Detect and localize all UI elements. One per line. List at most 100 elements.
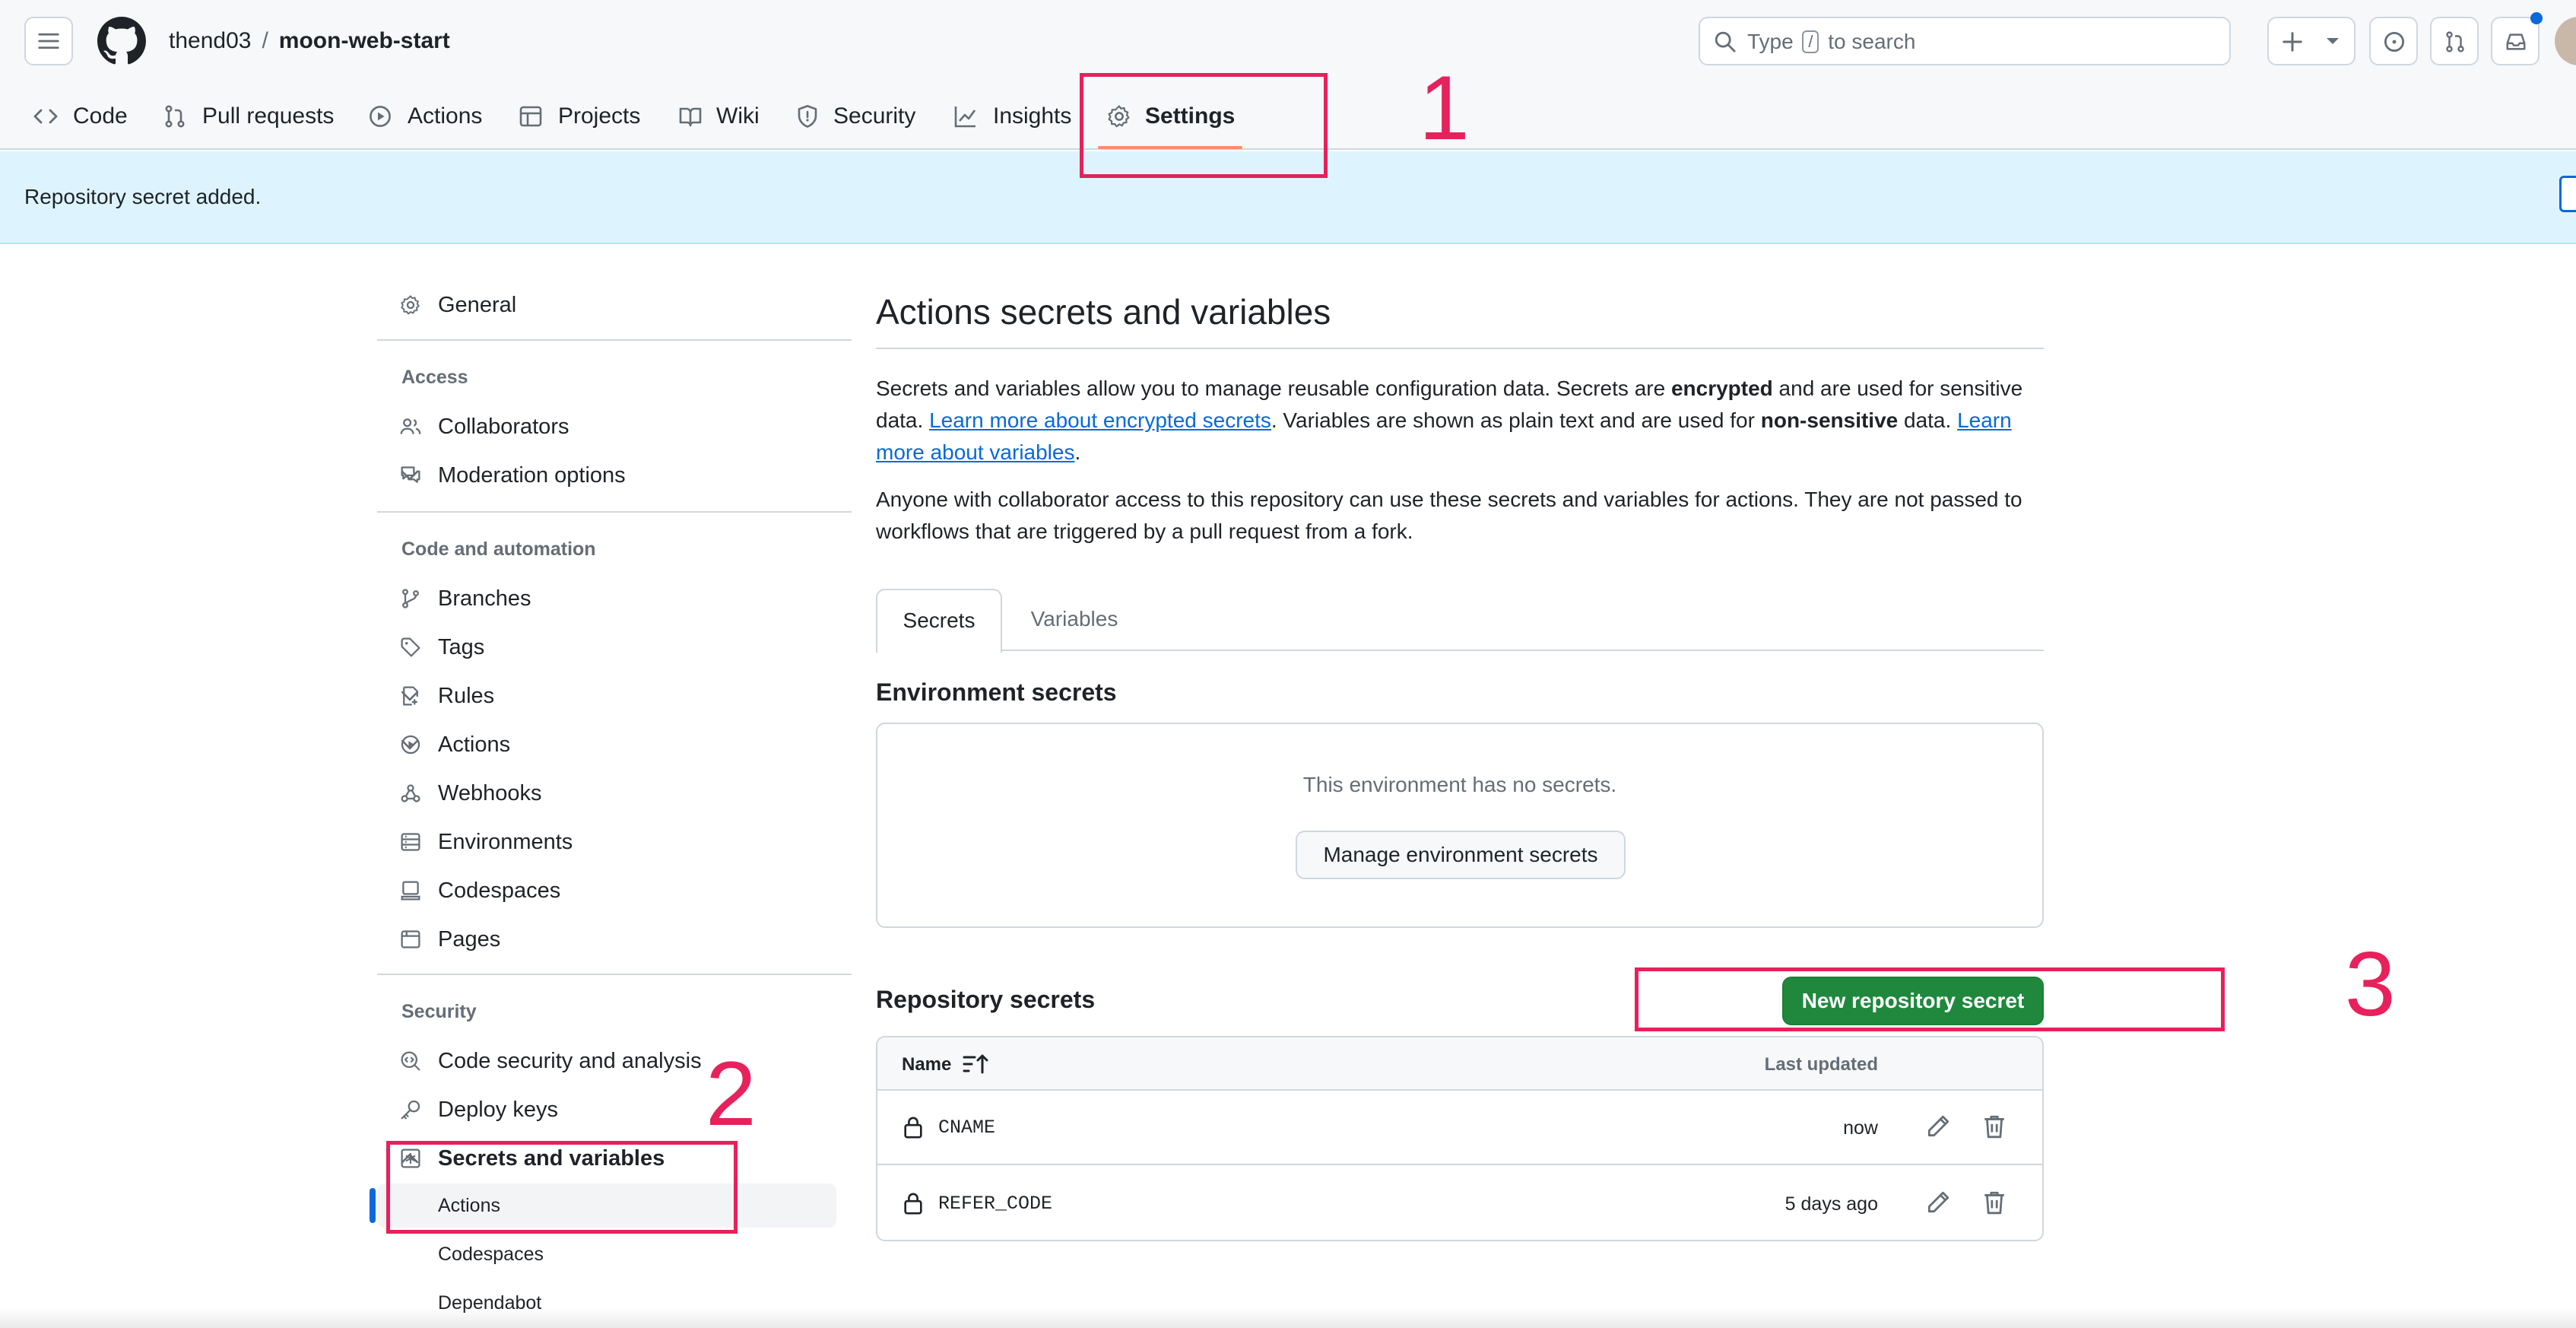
- code-icon: [33, 109, 58, 124]
- table-header: Name Last updated: [877, 1037, 2042, 1091]
- page-title: Actions secrets and variables: [876, 292, 1331, 332]
- tag-icon: [401, 637, 420, 657]
- sidebar-item-collaborators[interactable]: Collaborators: [377, 403, 852, 450]
- plus-icon: [2283, 32, 2302, 52]
- sidebar-item-label: Rules: [438, 684, 495, 708]
- sidebar-item-tags[interactable]: Tags: [377, 624, 852, 671]
- secret-last-updated: 5 days ago: [1784, 1193, 1878, 1215]
- sidebar-item-pages[interactable]: Pages: [377, 916, 852, 963]
- intro-bold-encrypted: encrypted: [1670, 376, 1773, 400]
- issues-button[interactable]: [2369, 17, 2418, 65]
- sidebar-item-label: Moderation options: [438, 463, 626, 488]
- tab-secrets[interactable]: Secrets: [876, 589, 1002, 653]
- sidebar-item-deploy-keys[interactable]: Deploy keys: [377, 1086, 852, 1133]
- sidebar-item-label: Codespaces: [438, 878, 561, 903]
- sort-asc-icon[interactable]: [963, 1053, 990, 1075]
- sidebar-item-codespaces[interactable]: Codespaces: [377, 867, 852, 914]
- menu-button[interactable]: [24, 17, 73, 65]
- chevron-down-icon: [401, 470, 419, 481]
- sidebar-item-environments[interactable]: Environments: [377, 818, 852, 866]
- github-logo-icon[interactable]: [97, 17, 146, 65]
- learn-more-secrets-link[interactable]: Learn more about encrypted secrets: [929, 408, 1271, 432]
- tab-projects-label: Projects: [558, 103, 641, 129]
- git-branch-icon: [402, 589, 419, 608]
- environment-secrets-box: This environment has no secrets. Manage …: [876, 723, 2044, 928]
- create-new-button[interactable]: [2267, 17, 2356, 65]
- breadcrumb-owner[interactable]: thend03: [169, 28, 251, 53]
- sidebar-item-branches[interactable]: Branches: [377, 575, 852, 622]
- triangle-down-icon: [2327, 38, 2339, 44]
- sidebar-item-label: Deploy keys: [438, 1098, 558, 1122]
- intro-text: . Variables are shown as plain text and …: [1271, 408, 1761, 432]
- search-placeholder: Type / to search: [1747, 30, 1915, 53]
- trash-icon[interactable]: [1981, 1114, 2007, 1139]
- annotation-number-2: 2: [706, 1043, 757, 1145]
- intro-text: Secrets and variables allow you to manag…: [876, 376, 1671, 400]
- codespaces-icon: [401, 881, 420, 901]
- annotation-number-1: 1: [1419, 57, 1470, 159]
- shield-icon: [798, 105, 817, 128]
- breadcrumb: thend03 / moon-web-start: [169, 26, 450, 56]
- intro-text: .: [1074, 440, 1081, 464]
- chevron-down-icon: [401, 739, 419, 750]
- tab-security-label: Security: [833, 103, 916, 129]
- tab-insights-label: Insights: [993, 103, 1072, 129]
- sidebar-item-label: Branches: [438, 586, 531, 611]
- manage-environment-secrets-button[interactable]: Manage environment secrets: [1296, 831, 1626, 879]
- table-row: CNAME now: [877, 1091, 2042, 1165]
- sidebar-item-label: Pages: [438, 927, 501, 952]
- tab-code-label: Code: [73, 103, 128, 129]
- browser-icon: [401, 930, 420, 948]
- pull-request-icon: [165, 105, 185, 128]
- lock-icon: [904, 1193, 922, 1215]
- annotation-number-3: 3: [2345, 933, 2396, 1035]
- people-icon: [400, 418, 421, 434]
- issue-opened-icon: [2384, 31, 2405, 52]
- avatar[interactable]: [2555, 17, 2576, 65]
- book-icon: [679, 107, 702, 127]
- tab-variables[interactable]: Variables: [1010, 589, 1139, 651]
- flash-close-button[interactable]: [2559, 176, 2576, 212]
- sidebar-item-rules[interactable]: Rules: [377, 672, 852, 720]
- pencil-icon[interactable]: [1925, 1190, 1951, 1215]
- sidebar-divider: [377, 974, 852, 975]
- environment-secrets-title: Environment secrets: [876, 678, 1117, 706]
- search-input[interactable]: Type / to search: [1699, 17, 2231, 65]
- inbox-button[interactable]: [2491, 12, 2543, 65]
- sidebar-divider: [377, 339, 852, 341]
- key-icon: [401, 1100, 420, 1120]
- annotation-box-new-secret: [1635, 967, 2225, 1031]
- sidebar-item-code-security[interactable]: Code security and analysis: [377, 1037, 852, 1085]
- trash-icon[interactable]: [1981, 1190, 2007, 1215]
- pull-requests-button[interactable]: [2430, 17, 2479, 65]
- search-prefix: Type: [1747, 30, 1794, 53]
- sidebar-item-general[interactable]: General: [377, 281, 852, 329]
- table-icon: [519, 106, 542, 127]
- secret-name: REFER_CODE: [938, 1193, 1053, 1215]
- repository-secrets-title: Repository secrets: [876, 986, 1096, 1013]
- annotation-box-secrets: [386, 1141, 738, 1234]
- graph-icon: [954, 106, 976, 128]
- sidebar-item-webhooks[interactable]: Webhooks: [377, 770, 852, 817]
- environment-empty-message: This environment has no secrets.: [1302, 773, 1617, 796]
- tab-wiki-label: Wiki: [716, 103, 760, 129]
- sidebar-subitem-label: Codespaces: [438, 1244, 544, 1265]
- sidebar-item-label: Actions: [438, 732, 511, 757]
- breadcrumb-separator: /: [262, 28, 268, 53]
- sidebar-item-moderation[interactable]: Moderation options: [377, 452, 852, 499]
- access-note: Anyone with collaborator access to this …: [876, 488, 2022, 543]
- notification-dot: [2530, 12, 2543, 24]
- pencil-icon[interactable]: [1925, 1114, 1951, 1139]
- tab-pull-requests-label: Pull requests: [202, 103, 335, 129]
- sidebar-item-label: General: [438, 293, 517, 317]
- column-name-header[interactable]: Name: [902, 1054, 951, 1075]
- sidebar-subitem-codespaces[interactable]: Codespaces: [377, 1232, 836, 1276]
- intro-paragraph: Secrets and variables allow you to manag…: [876, 373, 2044, 469]
- sidebar-item-label: Tags: [438, 635, 485, 659]
- sidebar-item-actions[interactable]: Actions: [377, 721, 852, 768]
- search-icon: [1715, 31, 1736, 52]
- sidebar-heading-security: Security: [401, 1001, 477, 1022]
- sidebar-item-label: Environments: [438, 830, 573, 854]
- secret-last-updated: now: [1843, 1117, 1878, 1139]
- breadcrumb-repo[interactable]: moon-web-start: [279, 28, 450, 53]
